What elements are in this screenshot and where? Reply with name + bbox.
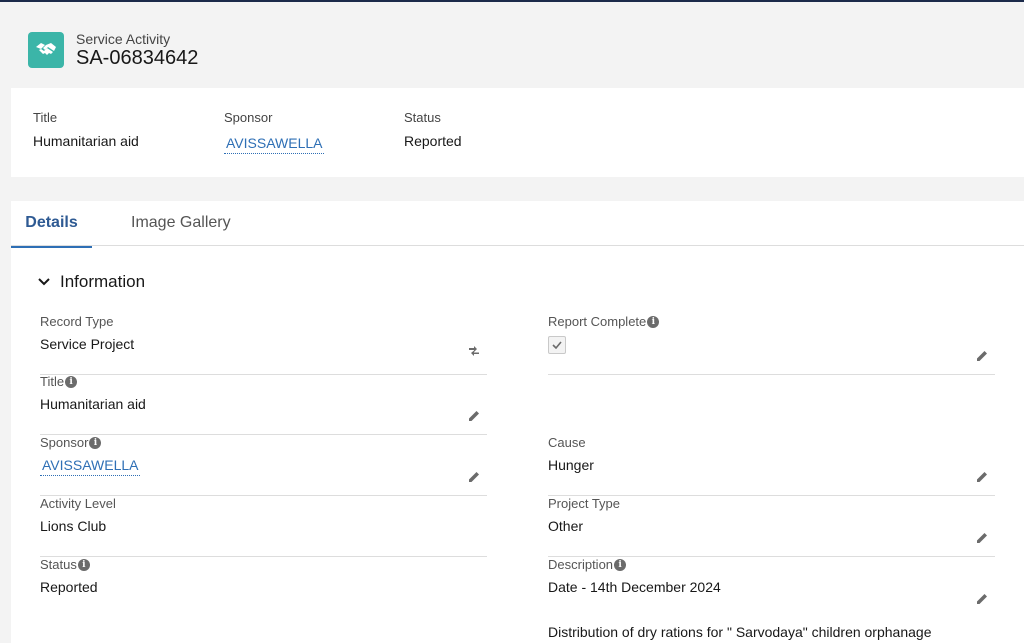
highlight-title: Title Humanitarian aid [33,110,139,149]
field-label: Sponsor i [40,435,102,450]
pencil-icon[interactable] [975,592,989,606]
description-line-2: Distribution of dry rations for " Sarvod… [548,624,932,640]
report-complete-checkbox [548,336,566,354]
checkmark-icon [552,341,562,349]
field-label: Description i [548,557,627,572]
field-label: Activity Level [40,496,116,511]
object-label: Service Activity [76,31,171,47]
field-activity-level: Activity Level Lions Club [40,496,487,557]
field-label-text: Report Complete [548,314,647,329]
field-label: Report Complete i [548,314,660,329]
field-value: Reported [40,579,98,595]
record-name: SA-06834642 [76,47,199,69]
tabs-card: Details Image Gallery Information Record… [11,201,1024,643]
pencil-icon[interactable] [467,470,481,484]
field-label: Record Type [40,314,114,329]
field-value: Service Project [40,336,135,352]
pencil-icon[interactable] [467,409,481,423]
highlight-status: Status Reported [404,110,462,149]
pencil-icon[interactable] [975,349,989,363]
field-record-type: Record Type Service Project [40,314,487,375]
highlight-status-value: Reported [404,133,462,149]
field-label-text: Status [40,557,77,572]
tab-image-gallery[interactable]: Image Gallery [131,201,231,245]
info-icon[interactable]: i [89,436,102,449]
pencil-icon[interactable] [975,531,989,545]
info-icon[interactable]: i [614,558,627,571]
section-information-header[interactable]: Information [38,271,145,293]
highlight-sponsor-value-wrap: AVISSAWELLA [224,135,325,154]
handshake-icon [28,32,64,68]
info-icon[interactable]: i [65,375,78,388]
section-title: Information [60,272,146,291]
field-label-text: Description [548,557,614,572]
field-label: Status i [40,557,90,572]
field-value: Lions Club [40,518,107,534]
field-label: Project Type [548,496,621,511]
tab-details[interactable]: Details [11,201,92,248]
sponsor-link[interactable]: AVISSAWELLA [40,457,141,476]
field-value: Hunger [548,457,594,473]
field-description: Description i Date - 14th December 2024 [548,557,995,617]
pencil-icon[interactable] [975,470,989,484]
field-sponsor: Sponsor i AVISSAWELLA [40,435,487,496]
highlight-sponsor-link[interactable]: AVISSAWELLA [224,135,325,154]
info-icon[interactable]: i [77,558,90,571]
field-project-type: Project Type Other [548,496,995,557]
field-label-text: Sponsor [40,435,89,450]
field-label: Title i [40,374,78,389]
field-value: Other [548,518,584,534]
field-cause: Cause Hunger [548,435,995,496]
record-header: Service Activity SA-06834642 [0,2,1024,88]
highlight-title-label: Title [33,110,58,125]
chevron-down-icon [38,278,50,286]
highlight-title-value: Humanitarian aid [33,133,139,149]
highlights-panel: Title Humanitarian aid Sponsor AVISSAWEL… [11,88,1024,177]
field-value: Date - 14th December 2024 [548,579,721,595]
field-value-wrap: AVISSAWELLA [40,457,141,476]
tabs-divider [11,245,1024,246]
field-title: Title i Humanitarian aid [40,374,487,435]
field-label: Cause [548,435,586,450]
field-status: Status i Reported [40,557,487,617]
field-report-complete: Report Complete i [548,314,995,375]
change-record-type-icon[interactable] [467,344,481,358]
field-value: Humanitarian aid [40,396,146,412]
highlight-status-label: Status [404,110,441,125]
highlight-sponsor: Sponsor AVISSAWELLA [224,110,325,154]
field-label-text: Title [40,374,65,389]
info-icon[interactable]: i [647,315,660,328]
highlight-sponsor-label: Sponsor [224,110,273,125]
